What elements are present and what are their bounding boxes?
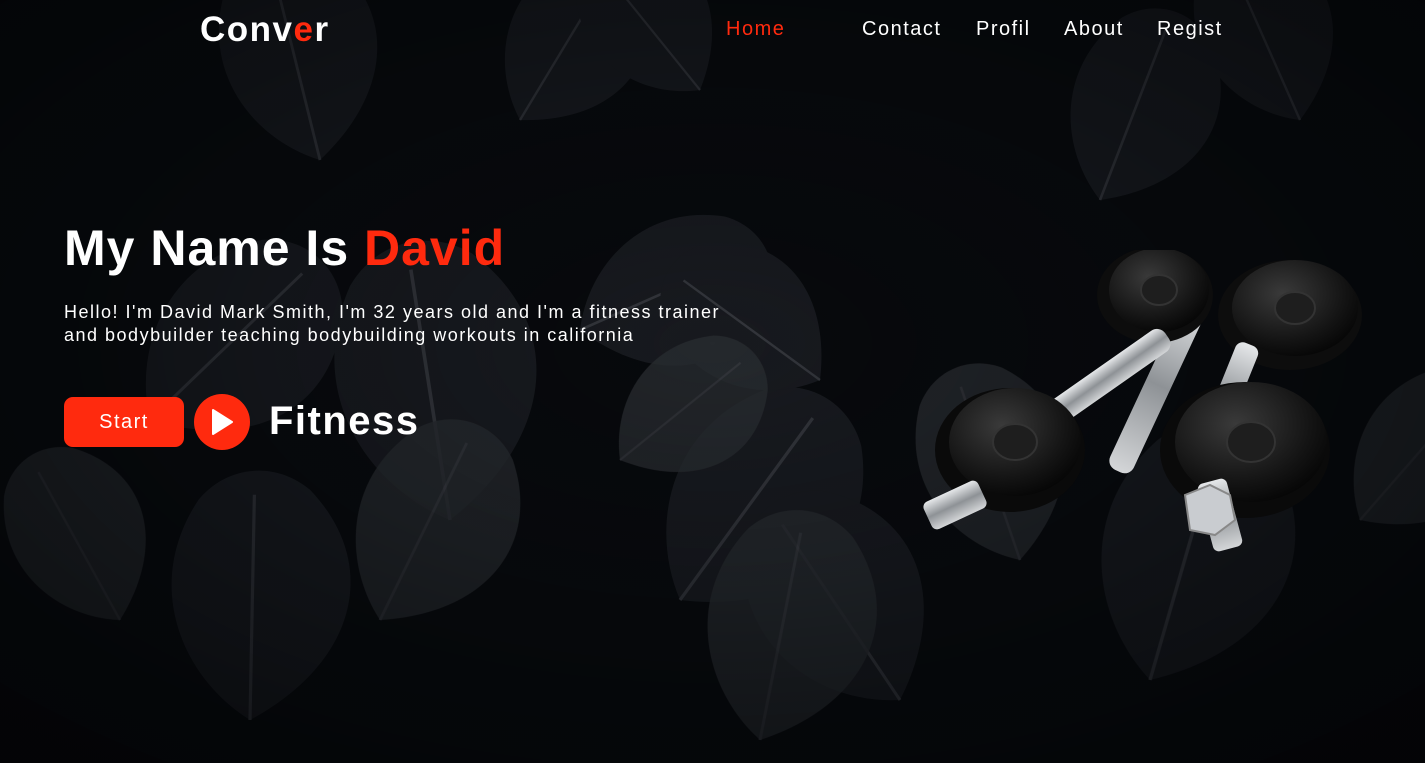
play-button[interactable] <box>194 394 250 450</box>
hero-title: My Name Is David <box>64 220 505 276</box>
start-button[interactable]: Start <box>64 397 184 447</box>
main-nav: Home Contact Profil About Regist <box>0 16 1425 44</box>
nav-home-link[interactable]: Home <box>726 16 785 42</box>
hero-title-name: David <box>364 220 506 276</box>
hero-bio: Hello! I'm David Mark Smith, I'm 32 year… <box>64 302 721 345</box>
play-icon <box>212 409 233 435</box>
hero-title-prefix: My Name Is <box>64 220 365 276</box>
fitness-tagline: Fitness <box>269 399 420 443</box>
dumbbells-image <box>923 250 1362 552</box>
nav-regist-link[interactable]: Regist <box>1157 16 1223 42</box>
nav-profil-link[interactable]: Profil <box>976 16 1031 42</box>
nav-about-link[interactable]: About <box>1064 16 1124 42</box>
nav-contact-link[interactable]: Contact <box>862 16 941 42</box>
